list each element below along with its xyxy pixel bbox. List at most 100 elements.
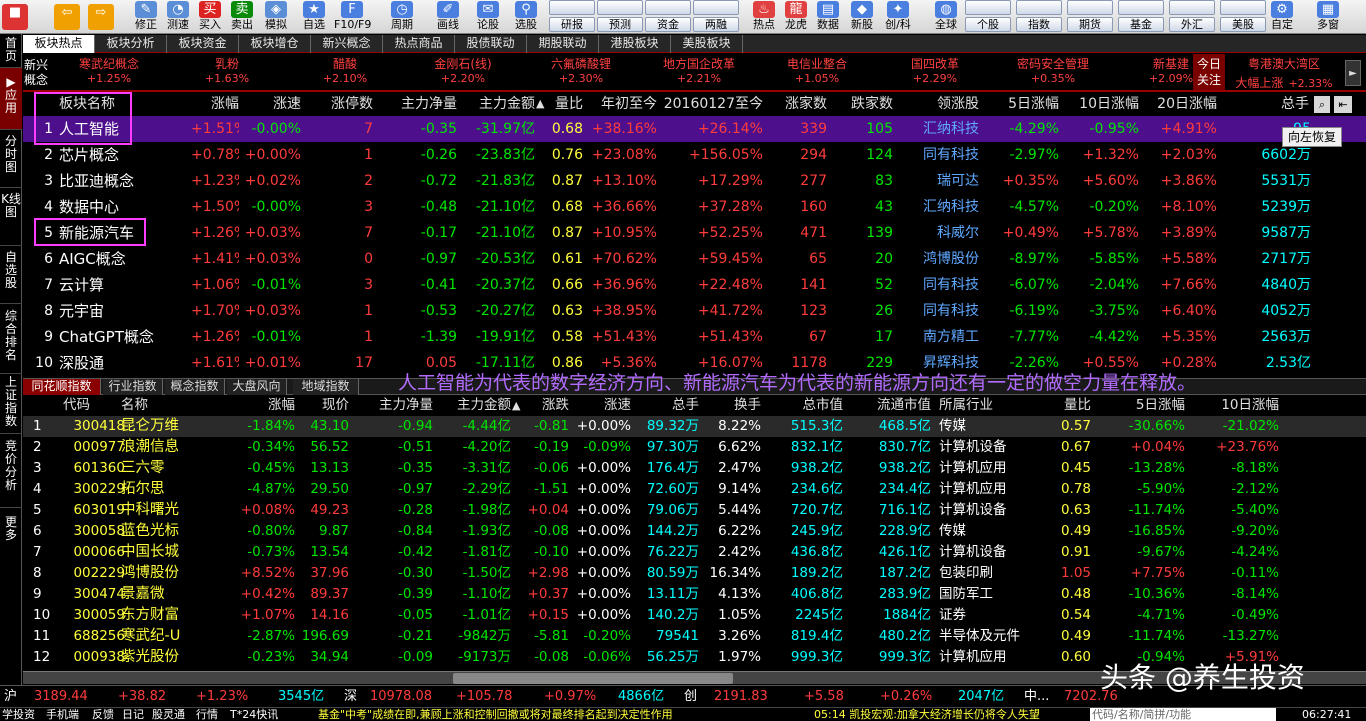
stock-cell-code[interactable]: 300229 xyxy=(63,479,125,500)
stock-table-row[interactable]: 8 002229 鸿博股份 +8.52% 37.96 -0.30 -1.50亿 +2.98 +0… xyxy=(23,563,1366,584)
toolbar-button-16[interactable]: ▤ 数据 xyxy=(810,0,846,34)
emerging-concept-item[interactable]: 醋酸 +2.10% xyxy=(289,57,401,86)
stock-col-header[interactable]: 涨速 xyxy=(571,395,631,416)
toolbar-button-13[interactable]: ⚲ 选股 xyxy=(508,0,544,34)
toolbar-button-21[interactable]: ▦ 多窗 xyxy=(1310,0,1346,34)
emerging-concept-item[interactable]: 密码安全管理 +0.35% xyxy=(997,57,1109,86)
tab-sector-9[interactable]: 美股板块 xyxy=(671,35,743,53)
stock-col-header[interactable]: 5日涨幅 xyxy=(1099,395,1185,416)
sector-cell-name[interactable]: AIGC概念 xyxy=(59,246,189,272)
stock-cell-name[interactable]: 中科曙光 xyxy=(121,500,211,521)
tab-sector-2[interactable]: 板块资金 xyxy=(167,35,239,53)
sidebar-apps[interactable]: ▶ 应用 xyxy=(0,68,22,130)
stock-table-row[interactable]: 6 300058 蓝色光标 -0.80% 9.87 -0.84 -1.93亿 -0.08 +0.… xyxy=(23,521,1366,542)
stock-col-header[interactable]: 所属行业 xyxy=(939,395,1049,416)
toolbar-button-9[interactable]: F F10/F9 xyxy=(334,0,371,34)
stock-col-header[interactable]: 现价 xyxy=(299,395,349,416)
sector-col-header[interactable]: 10日涨幅 xyxy=(1061,93,1139,115)
status-item-2[interactable]: 反馈 xyxy=(92,708,114,721)
stock-table-row[interactable]: 1 300418 昆仑万维 -1.84% 43.10 -0.94 -4.44亿 -0.81 +0… xyxy=(23,416,1366,437)
collapse-left-icon[interactable]: ⇤ xyxy=(1334,96,1352,113)
sector-cell-leader[interactable]: 同有科技 xyxy=(899,272,979,298)
stock-cell-name[interactable]: 昆仑万维 xyxy=(121,416,211,437)
sidebar-timeline-chart[interactable]: 分时图 xyxy=(0,130,22,188)
sector-cell-leader[interactable]: 鸿博股份 xyxy=(899,246,979,272)
sector-col-header[interactable]: 20日涨幅 xyxy=(1141,93,1217,115)
stock-cell-name[interactable]: 三六零 xyxy=(121,458,211,479)
stock-cell-code[interactable]: 300058 xyxy=(63,521,125,542)
stock-cell-code[interactable]: 603019 xyxy=(63,500,125,521)
tab-index-3[interactable]: 大盘风向 xyxy=(227,379,287,395)
stock-table-row[interactable]: 4 300229 拓尔思 -4.87% 29.50 -0.97 -2.29亿 -1.51 +0.… xyxy=(23,479,1366,500)
toolbar-button-19[interactable]: ◍ 全球 xyxy=(928,0,964,34)
sector-col-header[interactable]: 主力净量 xyxy=(379,93,457,115)
sector-col-header[interactable]: 量比 xyxy=(541,93,583,115)
toolbar-button-6[interactable]: 卖卖出 xyxy=(224,0,260,34)
status-item-5[interactable]: 行情 xyxy=(196,708,218,721)
emerging-concept-item[interactable]: 地方国企改革 +2.21% xyxy=(643,57,755,86)
toolbar-button-17[interactable]: ◆ 新股 xyxy=(844,0,880,34)
fund-flow-button[interactable]: 资金 xyxy=(645,17,691,32)
stock-cell-name[interactable]: 中国长城 xyxy=(121,542,211,563)
tab-sector-8[interactable]: 港股板块 xyxy=(599,35,671,53)
stock-table-row[interactable]: 7 000066 中国长城 -0.73% 13.54 -0.42 -1.81亿 -0.10 +0… xyxy=(23,542,1366,563)
sector-col-header[interactable]: 涨停数 xyxy=(313,93,373,115)
sector-table-row[interactable]: 8 元宇宙+1.70% +0.03% 1 -0.53 -20.27亿 0.63 +38.95%… xyxy=(23,298,1366,324)
sector-cell-name[interactable]: 元宇宙 xyxy=(59,298,189,324)
sidebar-auction-analysis[interactable]: 竞价分析 xyxy=(0,434,22,508)
toolbar-button-18[interactable]: ✦ 创/科 xyxy=(880,0,916,34)
stock-col-header[interactable]: 涨跌 xyxy=(523,395,569,416)
sector-col-header[interactable]: 主力金额 xyxy=(459,93,535,115)
tab-sector-0[interactable]: 板块热点 xyxy=(23,35,95,53)
toolbar-button-0[interactable]: ■ xyxy=(0,0,30,34)
tb-mini-2[interactable] xyxy=(597,0,643,15)
tb-mini-7[interactable] xyxy=(1067,0,1113,15)
strip-scroll-right-button[interactable]: ► xyxy=(1345,60,1361,86)
sector-table-row[interactable]: 5新能源汽车+1.26%+0.03%7-0.17-21.10亿0.87+10.9… xyxy=(23,220,1366,246)
tab-index-0[interactable]: 同花顺指数 xyxy=(23,379,101,395)
stock-cell-name[interactable]: 鸿博股份 xyxy=(121,563,211,584)
stock-col-header[interactable]: 流通市值 xyxy=(847,395,931,416)
sector-cell-name[interactable]: 比亚迪概念 xyxy=(59,168,189,194)
research-report-button[interactable]: 研报 xyxy=(549,17,595,32)
tab-index-2[interactable]: 概念指数 xyxy=(165,379,225,395)
stock-col-header[interactable]: 主力净量 xyxy=(367,395,433,416)
stock-cell-code[interactable]: 000938 xyxy=(63,647,125,668)
sector-cell-name[interactable]: 芯片概念 xyxy=(59,142,189,168)
sector-cell-leader[interactable]: 科威尔 xyxy=(899,220,979,246)
stock-table-row[interactable]: 3 601360 三六零 -0.45% 13.13 -0.35 -3.31亿 -0.06 +0.… xyxy=(23,458,1366,479)
sector-table-row[interactable]: 6 AIGC概念+1.41% +0.03% 0 -0.97 -20.53亿 0.61 +70.… xyxy=(23,246,1366,272)
sector-cell-name[interactable]: ChatGPT概念 xyxy=(59,324,189,350)
toolbar-button-3[interactable]: ✎ 修正 xyxy=(128,0,164,34)
stock-cell-name[interactable]: 浪潮信息 xyxy=(121,437,211,458)
stock-col-header[interactable]: 涨幅 xyxy=(237,395,295,416)
sector-table-row[interactable]: 1人工智能+1.51%-0.00%7-0.35-31.97亿0.68+38.16… xyxy=(23,116,1366,142)
stock-table-row[interactable]: 9 300474 景嘉微 +0.42% 89.37 -0.39 -1.10亿 +0.37 +0.… xyxy=(23,584,1366,605)
status-item-4[interactable]: 股灵通 xyxy=(152,708,185,721)
sidebar-sh-index[interactable]: 上证指数 xyxy=(0,374,22,434)
stock-cell-name[interactable]: 蓝色光标 xyxy=(121,521,211,542)
tb-mini-4[interactable] xyxy=(693,0,739,15)
sidebar-home[interactable]: 首页 xyxy=(0,34,22,68)
stock-cell-code[interactable]: 688256 xyxy=(63,626,125,647)
sector-cell-leader[interactable]: 瑞可达 xyxy=(899,168,979,194)
forecast-button[interactable]: 预测 xyxy=(597,17,643,32)
status-item-1[interactable]: 手机端 xyxy=(46,708,79,721)
toolbar-button-14[interactable]: ♨ 热点 xyxy=(746,0,782,34)
toolbar-button-5[interactable]: 买买入 xyxy=(192,0,228,34)
stock-table-row[interactable]: 5 603019 中科曙光 +0.08% 49.23 -0.28 -1.98亿 +0.04 +0… xyxy=(23,500,1366,521)
tb-mini-3[interactable] xyxy=(645,0,691,15)
emerging-concept-item[interactable]: 国四改革 +2.29% xyxy=(879,57,991,86)
sector-table-row[interactable]: 4 数据中心+1.50% -0.00% 3 -0.48 -21.10亿 0.68 +36.66… xyxy=(23,194,1366,220)
sector-cell-leader[interactable]: 汇纳科技 xyxy=(899,194,979,220)
toolbar-button-4[interactable]: ◔ 测速 xyxy=(160,0,196,34)
sector-cell-name[interactable]: 深股通 xyxy=(59,350,189,376)
toolbar-button-20[interactable]: ⚙ 自定 xyxy=(1264,0,1300,34)
scrollbar-thumb[interactable] xyxy=(453,673,733,684)
toolbar-button-2[interactable]: ⇨ xyxy=(86,0,116,34)
margin-button[interactable]: 两融 xyxy=(693,17,739,32)
sector-col-header[interactable]: 总手 xyxy=(1219,93,1309,115)
sector-table-row[interactable]: 7 云计算+1.06% -0.01% 3 -0.41 -20.37亿 0.66 +36.96%… xyxy=(23,272,1366,298)
tb-mini-9[interactable] xyxy=(1169,0,1215,15)
stock-col-header[interactable]: 总手 xyxy=(633,395,699,416)
